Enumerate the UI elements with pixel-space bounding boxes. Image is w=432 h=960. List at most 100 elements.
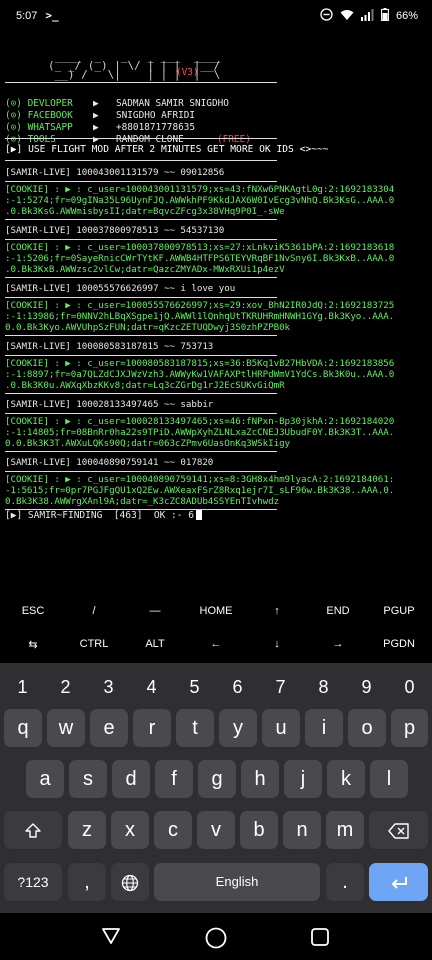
key-d[interactable]: d bbox=[112, 760, 150, 798]
key-1[interactable]: 1 bbox=[1, 677, 44, 698]
recents-icon[interactable] bbox=[310, 927, 330, 951]
dnd-icon bbox=[320, 8, 333, 24]
cookie-line: :-1:5206;fr=0SayeRnicCWrTYtKF.AWWB4HTFPS… bbox=[5, 253, 395, 264]
cookie-line: [COOKIE] : ▶ : c_user=100028133497465;xs… bbox=[5, 416, 395, 427]
key-space[interactable]: English bbox=[154, 863, 320, 901]
key-esc[interactable]: ESC bbox=[2, 605, 64, 617]
key-pgup[interactable]: PGUP bbox=[368, 605, 430, 617]
cookie-line: 0.Bk3K38.AWWrgXAnl9A;datr=_K3cZC8ADUb4SS… bbox=[5, 496, 280, 507]
key-0[interactable]: 0 bbox=[388, 677, 431, 698]
key-8[interactable]: 8 bbox=[302, 677, 345, 698]
signal-icon bbox=[360, 8, 374, 24]
key-j[interactable]: j bbox=[284, 760, 322, 798]
key-tab[interactable]: ⇆ bbox=[2, 638, 64, 651]
cookie-line: [COOKIE] : ▶ : c_user=100043001131579;xs… bbox=[5, 184, 395, 195]
key-b[interactable]: b bbox=[240, 811, 278, 849]
terminal-notification-icon: >_ bbox=[45, 9, 59, 22]
divider bbox=[5, 82, 277, 83]
key-enter[interactable] bbox=[369, 863, 428, 901]
key-3[interactable]: 3 bbox=[87, 677, 130, 698]
key-up[interactable]: ↑ bbox=[246, 605, 308, 617]
cookie-line: 0.0.Bk3K3T.AWXuLQKs90Q;datr=063cZPmv6Uas… bbox=[5, 438, 291, 449]
key-u[interactable]: u bbox=[262, 709, 300, 747]
keyboard-row-1: q w e r t y u i o p bbox=[0, 709, 432, 751]
key-r[interactable]: r bbox=[133, 709, 171, 747]
keyboard-row-4: ?123 , English . bbox=[0, 863, 432, 905]
terminal-output[interactable]: ____ _ _ _ ___ ____ (_ _/ (_) | \/ | | |… bbox=[0, 30, 432, 595]
key-slash[interactable]: / bbox=[63, 605, 125, 617]
key-z[interactable]: z bbox=[68, 811, 106, 849]
cookie-line: .0.Bk3K0u.AWXqXbzKKv8;datr=Lq3cZGrDg1rJ2… bbox=[5, 380, 285, 391]
key-end[interactable]: END bbox=[307, 605, 369, 617]
key-alt[interactable]: ALT bbox=[124, 638, 186, 650]
keyboard-row-3: z x c v b n m bbox=[0, 811, 432, 853]
key-symbols[interactable]: ?123 bbox=[4, 863, 62, 901]
key-shift[interactable] bbox=[4, 811, 62, 849]
key-n[interactable]: n bbox=[283, 811, 321, 849]
finding-status: [▶] SAMIR~FINDING [463] OK :- 6 bbox=[5, 510, 202, 521]
key-2[interactable]: 2 bbox=[44, 677, 87, 698]
key-right[interactable]: → bbox=[307, 638, 369, 650]
back-icon[interactable] bbox=[101, 927, 121, 949]
key-m[interactable]: m bbox=[326, 811, 364, 849]
navigation-bar bbox=[0, 913, 432, 960]
result-head: [SAMIR-LIVE] 100028133497465 ~~ sabbir bbox=[5, 399, 214, 410]
status-bar: 5:07 >_ 66% bbox=[0, 0, 432, 30]
key-period[interactable]: . bbox=[326, 863, 364, 901]
result-head: [SAMIR-LIVE] 100037800978513 ~~ 54537130 bbox=[5, 225, 225, 236]
key-pgdn[interactable]: PGDN bbox=[368, 638, 430, 650]
version-label: (V3) bbox=[176, 67, 199, 78]
key-c[interactable]: c bbox=[154, 811, 192, 849]
key-down[interactable]: ↓ bbox=[246, 638, 308, 650]
key-left[interactable]: ← bbox=[185, 638, 247, 650]
key-p[interactable]: p bbox=[391, 709, 428, 747]
home-icon[interactable] bbox=[205, 927, 227, 953]
key-t[interactable]: t bbox=[176, 709, 214, 747]
result-head: [SAMIR-LIVE] 100080583187815 ~~ 753713 bbox=[5, 341, 214, 352]
key-y[interactable]: y bbox=[219, 709, 257, 747]
cookie-line: :-1:8897;fr=0a7QLZdCJXJWzVzh3.AWWyKw1VAF… bbox=[5, 369, 395, 380]
key-x[interactable]: x bbox=[111, 811, 149, 849]
key-k[interactable]: k bbox=[327, 760, 365, 798]
keyboard-row-2: a s d f g h j k l bbox=[0, 760, 432, 802]
key-o[interactable]: o bbox=[348, 709, 386, 747]
cookie-line: 0.0.Bk3Kyo.AWVUhpSzFUN;datr=qKzcZETUQDwy… bbox=[5, 322, 291, 333]
terminal-cursor bbox=[195, 510, 202, 520]
cookie-line: [COOKIE] : ▶ : c_user=100080583187815;xs… bbox=[5, 358, 395, 369]
cookie-line: :-1:5274;fr=09gINa35L96UynFJQ.AWWkhPF9Kk… bbox=[5, 195, 395, 206]
cookie-line: .0.Bk3KxB.AWWzsc2vlCw;datr=QazcZMYADx-MW… bbox=[5, 264, 285, 275]
battery-percent: 66% bbox=[395, 10, 418, 22]
key-i[interactable]: i bbox=[305, 709, 343, 747]
key-w[interactable]: w bbox=[47, 709, 85, 747]
cookie-line: :-1:14805;fr=08BnRr0ha22s9TPiD.AWWpXyhZL… bbox=[5, 427, 395, 438]
key-7[interactable]: 7 bbox=[259, 677, 302, 698]
key-4[interactable]: 4 bbox=[130, 677, 173, 698]
key-backspace[interactable] bbox=[369, 811, 428, 849]
key-g[interactable]: g bbox=[198, 760, 236, 798]
key-ctrl[interactable]: CTRL bbox=[63, 638, 125, 650]
result-head: [SAMIR-LIVE] 100043001131579 ~~ 09012856 bbox=[5, 167, 225, 178]
key-e[interactable]: e bbox=[90, 709, 128, 747]
key-q[interactable]: q bbox=[4, 709, 42, 747]
key-9[interactable]: 9 bbox=[345, 677, 388, 698]
cookie-line: [COOKIE] : ▶ : c_user=100055576626997;xs… bbox=[5, 300, 395, 311]
globe-icon bbox=[121, 874, 139, 891]
cookie-line: [COOKIE] : ▶ : c_user=100037800978513;xs… bbox=[5, 242, 395, 253]
key-a[interactable]: a bbox=[26, 760, 64, 798]
key-l[interactable]: l bbox=[370, 760, 408, 798]
key-comma[interactable]: , bbox=[68, 863, 106, 901]
result-head: [SAMIR-LIVE] 100040890759141 ~~ 017820 bbox=[5, 457, 214, 468]
status-time: 5:07 bbox=[16, 9, 38, 22]
key-5[interactable]: 5 bbox=[173, 677, 216, 698]
extra-keys-bar: ESC / — HOME ↑ END PGUP ⇆ CTRL ALT ← ↓ →… bbox=[0, 595, 432, 663]
key-6[interactable]: 6 bbox=[216, 677, 259, 698]
key-globe[interactable] bbox=[111, 863, 149, 901]
key-f[interactable]: f bbox=[155, 760, 193, 798]
number-row: 1 2 3 4 5 6 7 8 9 0 bbox=[0, 671, 432, 705]
key-s[interactable]: s bbox=[69, 760, 107, 798]
key-h[interactable]: h bbox=[241, 760, 279, 798]
key-home[interactable]: HOME bbox=[185, 605, 247, 617]
enter-icon bbox=[391, 876, 407, 889]
key-dash[interactable]: — bbox=[124, 605, 186, 617]
key-v[interactable]: v bbox=[197, 811, 235, 849]
